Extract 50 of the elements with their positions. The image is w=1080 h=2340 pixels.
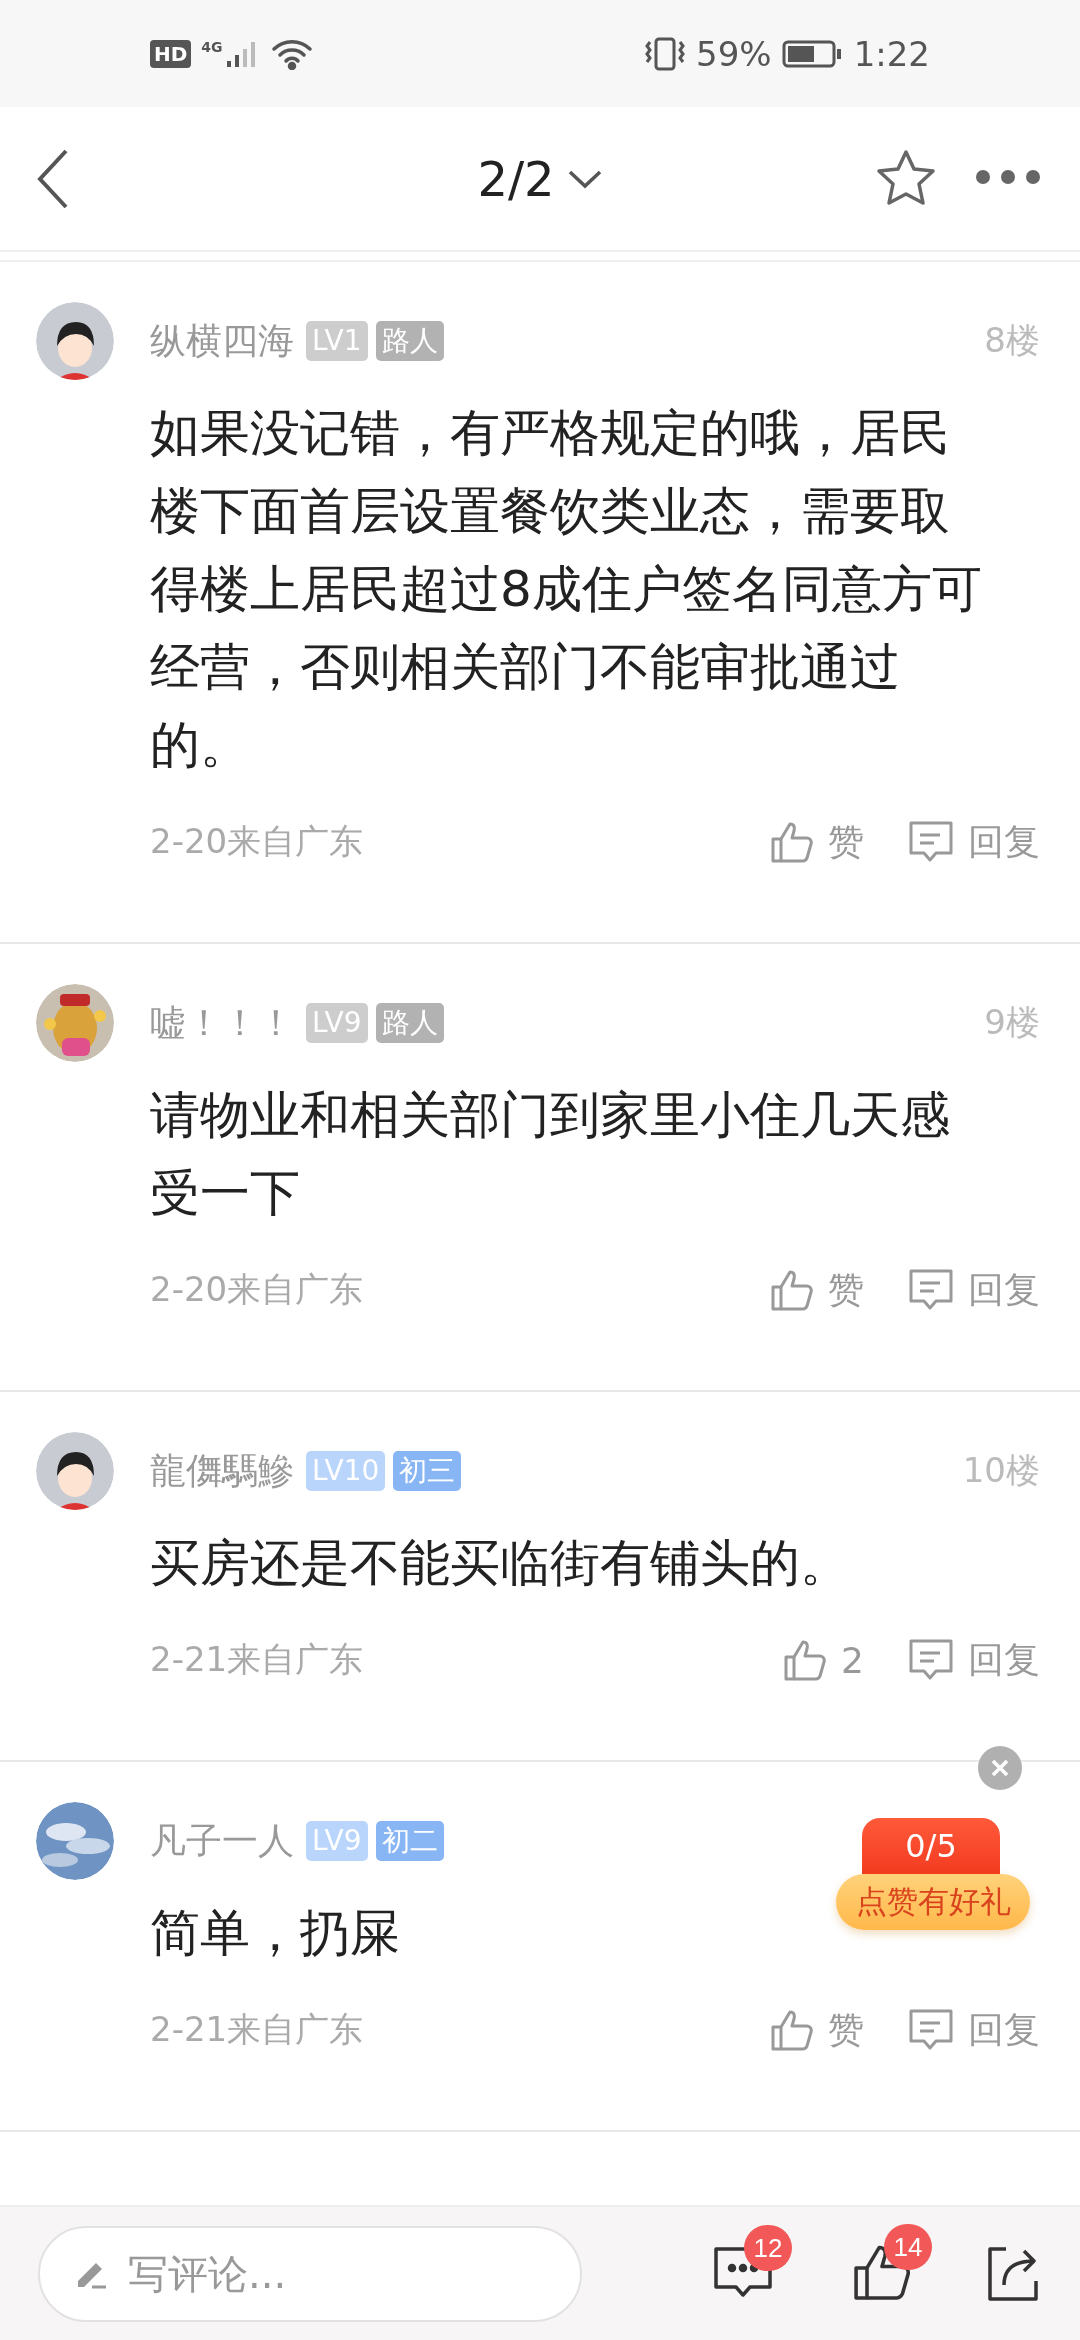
user-name[interactable]: 纵横四海: [150, 316, 294, 366]
comments-button[interactable]: 12: [712, 2225, 794, 2304]
level-tag: 路人: [375, 1003, 444, 1043]
count-badge: 14: [884, 2224, 932, 2270]
user-name[interactable]: 凡子一人: [150, 1816, 294, 1866]
level-tag: 路人: [375, 321, 444, 361]
close-icon: [990, 1758, 1010, 1778]
comment-date: 2-21来自广东: [150, 1638, 365, 1681]
wifi-icon: [270, 37, 313, 70]
like-button[interactable]: 赞: [770, 1265, 864, 1315]
level-tag: 初二: [375, 1821, 444, 1861]
level-tag: LV9: [306, 1821, 368, 1861]
level-tag: LV10: [306, 1451, 386, 1491]
level-tag: 初三: [393, 1451, 462, 1491]
network-type: 4G: [201, 38, 223, 55]
comment-text: 请物业和相关部门到家里小住几天感受一下: [150, 1085, 951, 1224]
reply-button[interactable]: 回复: [908, 1635, 1040, 1685]
floor-number: 10楼: [962, 1449, 1040, 1492]
like-button[interactable]: 赞: [770, 2005, 864, 2055]
user-name[interactable]: 龍儛騳鰺: [150, 1446, 294, 1496]
like-button[interactable]: 赞: [770, 817, 864, 867]
comment-date: 2-21来自广东: [150, 2008, 365, 2051]
comment-field[interactable]: 写评论...: [38, 2225, 582, 2322]
reply-button[interactable]: 回复: [908, 1265, 1040, 1315]
user-name[interactable]: 嘘！！！: [150, 998, 294, 1048]
thumbs-up-icon: [783, 1638, 828, 1682]
star-icon[interactable]: [875, 149, 937, 207]
more-icon[interactable]: [975, 169, 1041, 185]
hd-icon: HD: [150, 39, 192, 68]
like-button[interactable]: 2: [783, 1638, 864, 1682]
reply-button[interactable]: 回复: [908, 2005, 1040, 2055]
floor-number: 9楼: [984, 1001, 1040, 1044]
vibrate-icon: [644, 35, 687, 72]
page-indicator[interactable]: 2/2: [477, 150, 555, 207]
count-badge: 12: [744, 2225, 792, 2271]
battery-icon: [781, 38, 844, 69]
comment-date: 2-20来自广东: [150, 820, 365, 863]
thumbs-up-icon: [770, 1268, 814, 1312]
thumbs-up-icon: [770, 2008, 814, 2052]
battery-percent: 59%: [696, 33, 772, 74]
comment-date: 2-20来自广东: [150, 1268, 365, 1311]
thumbs-up-icon: [770, 820, 814, 864]
reply-button[interactable]: 回复: [908, 817, 1040, 867]
like-count-button[interactable]: 14: [852, 2224, 932, 2305]
floor-number: 8楼: [984, 319, 1040, 362]
promo-banner[interactable]: 点赞有好礼: [836, 1874, 1030, 1930]
clock: 1:22: [853, 33, 930, 74]
comment-text: 买房还是不能买临街有铺头的。: [150, 1533, 850, 1594]
comment-text: 简单，扔屎: [150, 1903, 400, 1964]
comment-text: 如果没记错，有严格规定的哦，居民楼下面首层设置餐饮类业态，需要取得楼上居民超过8成住户签名同意方可经营，否则相关部门不能审批通过的。: [150, 403, 983, 776]
